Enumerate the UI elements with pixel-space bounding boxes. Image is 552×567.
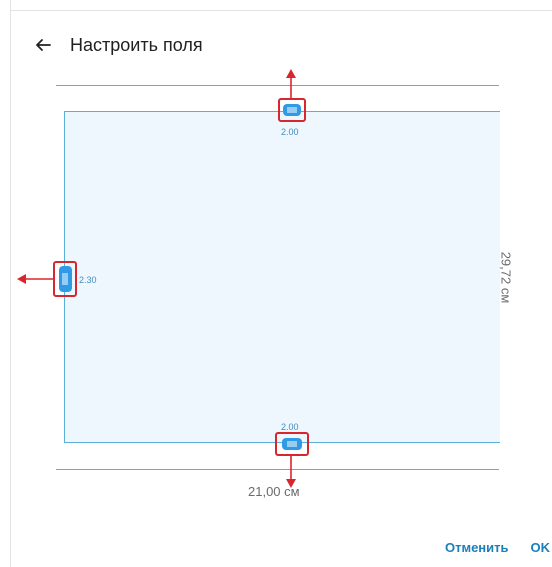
dialog-header: Настроить поля — [32, 30, 203, 60]
dialog-actions: Отменить OK — [445, 540, 552, 555]
drag-arrow-left-icon — [17, 274, 54, 284]
bottom-margin-handle[interactable] — [275, 432, 309, 456]
drag-handle-icon — [58, 266, 72, 292]
drag-arrow-up-icon — [286, 69, 296, 98]
arrow-left-icon — [36, 39, 51, 51]
page-height-label: 29,72 см — [498, 251, 514, 304]
drag-handle-icon — [283, 104, 301, 116]
page-width-label: 21,00 см — [248, 484, 300, 499]
bottom-margin-value: 2.00 — [281, 422, 299, 432]
margin-area — [64, 111, 500, 443]
dialog-border-left — [10, 0, 11, 567]
cancel-button[interactable]: Отменить — [445, 540, 509, 555]
page-edge-bottom — [56, 469, 499, 470]
dialog-border-top — [10, 10, 552, 11]
page-edge-top — [56, 85, 499, 86]
left-margin-value: 2.30 — [79, 275, 97, 285]
drag-handle-icon — [282, 438, 302, 450]
top-margin-handle[interactable] — [278, 98, 306, 122]
dialog-title: Настроить поля — [70, 34, 203, 55]
top-margin-value: 2.00 — [281, 127, 299, 137]
back-button[interactable] — [32, 34, 54, 56]
left-margin-handle[interactable] — [53, 261, 77, 297]
ok-button[interactable]: OK — [531, 540, 551, 555]
